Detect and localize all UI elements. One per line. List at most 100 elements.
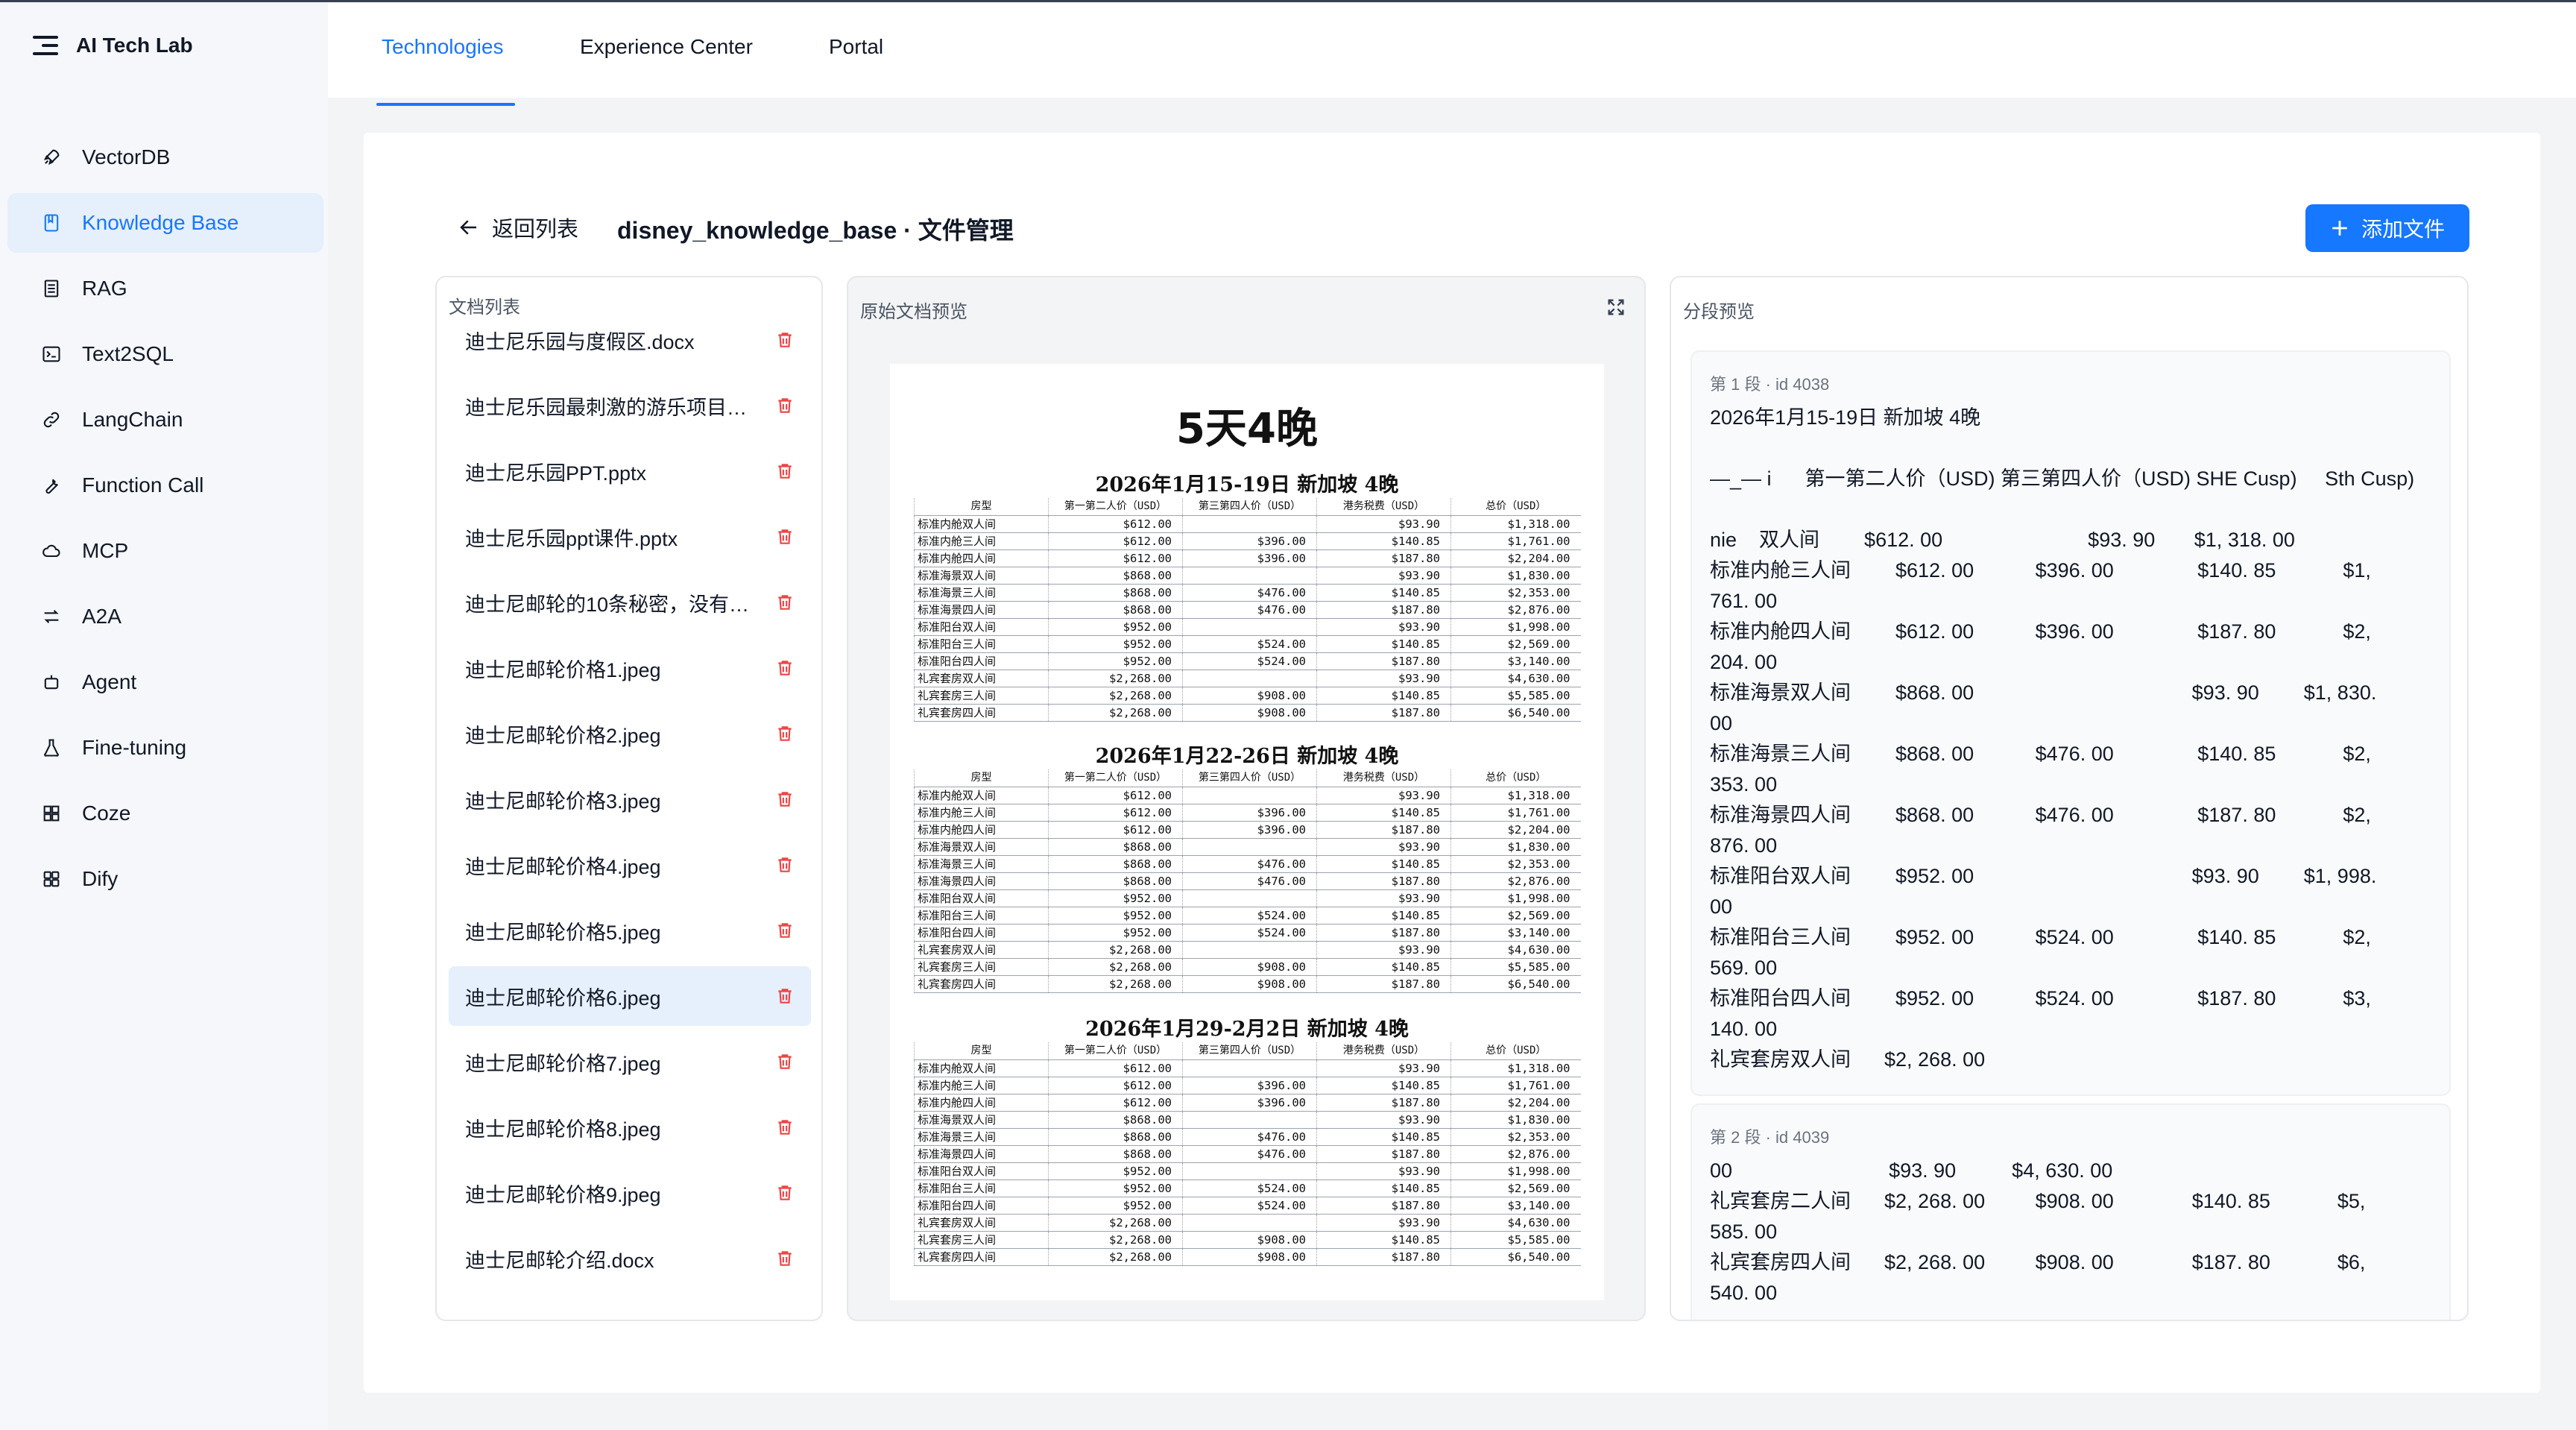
delete-icon[interactable]: [775, 986, 795, 1007]
table-cell: 标准海景双人间: [914, 838, 1049, 856]
document-list-item[interactable]: 迪士尼邮轮价格8.jpeg: [449, 1097, 811, 1157]
document-list-item[interactable]: 迪士尼乐园与度假区.docx: [449, 310, 811, 370]
delete-icon[interactable]: [775, 1248, 795, 1269]
table-cell: $2,268.00: [1048, 1214, 1183, 1232]
document-list-item[interactable]: 迪士尼邮轮介绍.docx: [449, 1229, 811, 1288]
segment-text: 2026年1月15-19日 新加坡 4晚 —_— i 第一第二人价（USD) 第…: [1710, 406, 2415, 1071]
wrench-icon: [40, 474, 63, 497]
delete-icon[interactable]: [775, 854, 795, 875]
table-cell: $2,876.00: [1450, 872, 1581, 890]
table-row: 标准阳台三人间 $952.00 $524.00 $140.85 $2,569.00: [914, 907, 1581, 925]
back-to-list-button[interactable]: 返回列表: [458, 212, 578, 243]
sidebar-item-mcp[interactable]: MCP: [7, 521, 323, 581]
delete-icon[interactable]: [775, 526, 795, 547]
price-table: 房型 第一第二人价（USD） 第三第四人价（USD） 港务税费（USD） 总价（USD）…: [914, 498, 1581, 722]
price-table: 房型 第一第二人价（USD） 第三第四人价（USD） 港务税费（USD） 总价（USD）…: [914, 1042, 1581, 1266]
add-file-button[interactable]: 添加文件: [2305, 204, 2469, 252]
table-row: 标准内舱四人间 $612.00 $396.00 $187.80 $2,204.00: [914, 1094, 1581, 1112]
table-row: 标准海景双人间 $868.00 $93.90 $1,830.00: [914, 838, 1581, 856]
sidebar-item-langchain[interactable]: LangChain: [7, 390, 323, 450]
document-name: 迪士尼邮轮价格2.jpeg: [465, 724, 661, 747]
sidebar-item-fine-tuning[interactable]: Fine-tuning: [7, 718, 323, 778]
table-cell: $908.00: [1182, 1231, 1317, 1249]
sidebar-item-label: VectorDB: [82, 145, 171, 168]
price-table-block: 2026年1月22-26日 新加坡 4晚 房型 第一第二人价（USD） 第三第四人价（…: [914, 744, 1581, 993]
table-cell: $476.00: [1182, 855, 1317, 873]
table-cell: $187.80: [1316, 821, 1451, 839]
table-cell: $187.80: [1316, 549, 1451, 567]
document-list-item[interactable]: 迪士尼邮轮价格4.jpeg: [449, 835, 811, 895]
table-row: 礼宾套房双人间 $2,268.00 $93.90 $4,630.00: [914, 941, 1581, 959]
delete-icon[interactable]: [775, 395, 795, 416]
table-cell: $2,204.00: [1450, 821, 1581, 839]
grid-icon: [40, 802, 63, 825]
document-name: 迪士尼乐园与度假区.docx: [465, 330, 695, 353]
sidebar-item-vectordb[interactable]: VectorDB: [7, 127, 323, 187]
original-preview-title: 原始文档预览: [860, 302, 967, 322]
sidebar-item-function-call[interactable]: Function Call: [7, 456, 323, 515]
table-cell: 礼宾套房双人间: [914, 1214, 1049, 1232]
table-cell: $908.00: [1182, 975, 1317, 993]
document-list-item[interactable]: 迪士尼邮轮价格3.jpeg: [449, 769, 811, 829]
table-cell: [1182, 618, 1317, 636]
table-cell: $396.00: [1182, 804, 1317, 822]
page-title: disney_knowledge_base · 文件管理: [617, 217, 1014, 244]
document-list[interactable]: 迪士尼乐园与度假区.docx 迪士尼乐园最刺激的游乐项目是… 迪士尼乐园PPT.pp…: [449, 310, 811, 1294]
table-cell: $93.90: [1316, 1214, 1451, 1232]
tab-technologies[interactable]: Technologies: [382, 35, 503, 59]
delete-icon[interactable]: [775, 592, 795, 613]
sidebar-item-a2a[interactable]: A2A: [7, 587, 323, 646]
delete-icon[interactable]: [775, 723, 795, 744]
table-cell: $187.80: [1316, 872, 1451, 890]
sidebar-item-agent[interactable]: Agent: [7, 652, 323, 712]
delete-icon[interactable]: [775, 1051, 795, 1072]
price-table-header: 港务税费（USD）: [1316, 498, 1451, 516]
delete-icon[interactable]: [775, 920, 795, 941]
document-name: 迪士尼邮轮价格8.jpeg: [465, 1118, 661, 1141]
price-table-header: 港务税费（USD）: [1316, 769, 1451, 787]
fullscreen-icon[interactable]: [1606, 297, 1626, 321]
document-list-item[interactable]: 迪士尼乐园最刺激的游乐项目是…: [449, 376, 811, 435]
table-cell: $868.00: [1048, 855, 1183, 873]
sidebar-item-dify[interactable]: Dify: [7, 849, 323, 909]
table-cell: $6,540.00: [1450, 704, 1581, 722]
document-name: 迪士尼邮轮的10条秘密，没有人…: [465, 593, 756, 616]
document-list-item[interactable]: 迪士尼乐园PPT.pptx: [449, 441, 811, 501]
brand: AI Tech Lab: [33, 29, 193, 62]
delete-icon[interactable]: [775, 658, 795, 678]
delete-icon[interactable]: [775, 1182, 795, 1203]
table-cell: 标准阳台三人间: [914, 635, 1049, 653]
price-table-header: 第一第二人价（USD）: [1048, 769, 1183, 787]
document-list-item[interactable]: 迪士尼邮轮价格2.jpeg: [449, 704, 811, 763]
table-cell: $1,318.00: [1450, 1059, 1581, 1077]
table-cell: 标准内舱双人间: [914, 1059, 1049, 1077]
document-list-item[interactable]: 迪士尼邮轮价格1.jpeg: [449, 638, 811, 698]
sidebar-item-rag[interactable]: RAG: [7, 259, 323, 318]
delete-icon[interactable]: [775, 461, 795, 482]
document-list-item[interactable]: 迪士尼乐园ppt课件.pptx: [449, 507, 811, 567]
table-cell: $612.00: [1048, 1059, 1183, 1077]
menu-collapse-icon[interactable]: [33, 36, 58, 55]
document-list-item[interactable]: 迪士尼邮轮价格5.jpeg: [449, 901, 811, 960]
segment-header: 第 2 段 · id 4039: [1710, 1128, 1830, 1147]
table-row: 标准内舱三人间 $612.00 $396.00 $140.85 $1,761.00: [914, 804, 1581, 822]
table-cell: $868.00: [1048, 838, 1183, 856]
delete-icon[interactable]: [775, 1117, 795, 1138]
delete-icon[interactable]: [775, 330, 795, 350]
document-list-item[interactable]: 迪士尼邮轮价格7.jpeg: [449, 1032, 811, 1092]
table-cell: $187.80: [1316, 1197, 1451, 1215]
delete-icon[interactable]: [775, 789, 795, 810]
tab-portal[interactable]: Portal: [829, 35, 883, 59]
sidebar-item-text2sql[interactable]: Text2SQL: [7, 324, 323, 384]
document-list-item[interactable]: 迪士尼邮轮价格9.jpeg: [449, 1163, 811, 1223]
table-cell: $140.85: [1316, 804, 1451, 822]
document-list-item[interactable]: 迪士尼邮轮的10条秘密，没有人…: [449, 573, 811, 632]
table-cell: $952.00: [1048, 635, 1183, 653]
sidebar-item-knowledge-base[interactable]: Knowledge Base: [7, 193, 323, 253]
tab-experience-center[interactable]: Experience Center: [580, 35, 753, 59]
sidebar-item-coze[interactable]: Coze: [7, 784, 323, 843]
table-cell: $140.85: [1316, 584, 1451, 602]
document-list-item[interactable]: 迪士尼邮轮价格6.jpeg: [449, 966, 811, 1026]
table-cell: $908.00: [1182, 704, 1317, 722]
table-cell: $4,630.00: [1450, 670, 1581, 687]
